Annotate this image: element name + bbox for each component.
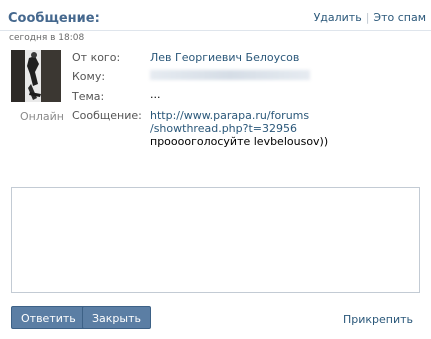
to-label: Кому: [72,70,106,83]
recipient-blurred [150,70,310,80]
divider: | [365,11,370,24]
body-label: Сообщение: [72,109,142,122]
message-body: http://www.parapa.ru/forums/showthread.p… [150,109,380,148]
avatar-image [11,50,61,102]
delete-link[interactable]: Удалить [314,11,362,24]
spam-link[interactable]: Это спам [373,11,426,24]
header-actions: Удалить | Это спам [314,11,426,24]
from-label: От кого: [72,51,121,64]
message-timestamp: сегодня в 18:08 [9,33,85,43]
message-header: Сообщение: Удалить | Это спам [0,0,431,31]
subject-label: Тема: [72,90,105,103]
reply-button[interactable]: Ответить [11,306,86,329]
close-button[interactable]: Закрыть [82,306,151,329]
message-text: прооооголосуйте levbelousov)) [150,135,329,148]
online-status: Онлайн [20,110,64,123]
reply-textarea[interactable] [11,187,420,293]
message-link-line2: /showthread.php?t=32956 [150,122,297,135]
message-link[interactable]: http://www.parapa.ru/forums/showthread.p… [150,109,309,135]
avatar[interactable] [11,50,61,102]
attach-link[interactable]: Прикрепить [343,313,413,326]
message-link-line1: http://www.parapa.ru/forums [150,109,310,122]
sender-name-link[interactable]: Лев Георгиевич Белоусов [150,51,299,64]
subject-value: ... [150,88,161,101]
page-title: Сообщение: [8,11,100,26]
